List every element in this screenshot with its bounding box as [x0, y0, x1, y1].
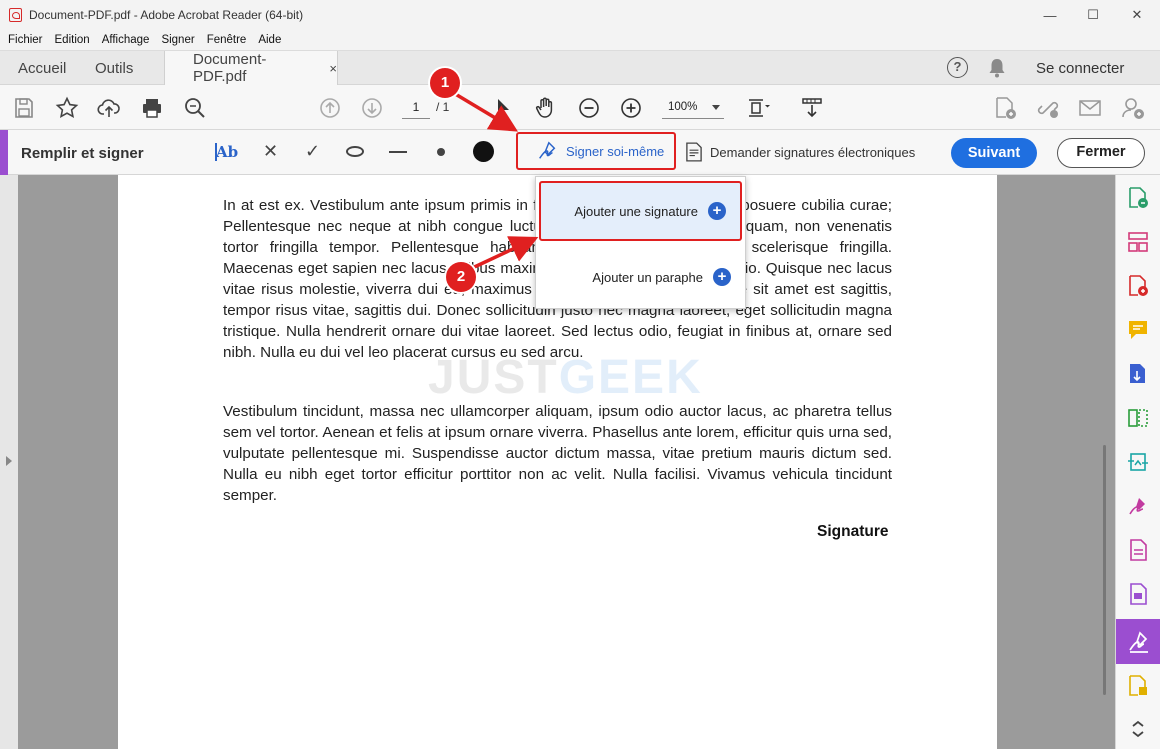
protect-icon[interactable]: [1127, 583, 1149, 605]
window-title: Document-PDF.pdf - Adobe Acrobat Reader …: [29, 8, 304, 22]
organize-pages-icon[interactable]: [1127, 231, 1149, 253]
help-icon[interactable]: ?: [947, 57, 968, 78]
page-down-icon[interactable]: [359, 95, 385, 121]
plus-circle-icon: +: [713, 268, 731, 286]
add-signature-label: Ajouter une signature: [574, 203, 698, 219]
close-window-button[interactable]: ✕: [1114, 0, 1160, 30]
main-toolbar: 1 / 1 100%: [0, 85, 1160, 130]
left-panel-toggle[interactable]: [0, 175, 18, 749]
check-mark-icon[interactable]: ✓: [305, 141, 320, 162]
acrobat-logo-icon: [9, 8, 22, 22]
fill-sign-toolbar: Remplir et signer Ab ✕ ✓ Signer soi-même…: [0, 130, 1160, 175]
zoom-out-icon[interactable]: [576, 95, 602, 121]
comment-icon[interactable]: [1127, 319, 1149, 341]
mail-icon[interactable]: [1077, 95, 1103, 121]
close-tool-button[interactable]: Fermer: [1057, 138, 1145, 168]
step-badge-2: 2: [446, 262, 476, 292]
fill-sign-tool-active[interactable]: [1116, 619, 1160, 664]
star-icon[interactable]: [54, 95, 80, 121]
account-icon[interactable]: [1120, 95, 1146, 121]
pen-sign-icon: [539, 141, 556, 159]
sign-dropdown-menu: Ajouter une signature + Ajouter un parap…: [535, 176, 746, 309]
select-arrow-icon[interactable]: [490, 95, 516, 121]
plus-circle-icon: +: [708, 202, 726, 220]
tab-tools[interactable]: Outils: [95, 51, 133, 85]
minimize-button[interactable]: —: [1027, 0, 1073, 30]
upload-icon[interactable]: [96, 95, 122, 121]
add-initials-label: Ajouter un paraphe: [592, 269, 703, 285]
create-pdf-icon[interactable]: [1127, 275, 1149, 297]
menu-window[interactable]: Fenêtre: [207, 34, 247, 46]
share-link-icon[interactable]: [1035, 95, 1061, 121]
add-initials-item[interactable]: Ajouter un paraphe +: [536, 247, 745, 307]
sign-yourself-label: Signer soi-même: [566, 143, 665, 159]
export-pdf-icon[interactable]: [992, 95, 1018, 121]
print-icon[interactable]: [139, 95, 165, 121]
hand-icon[interactable]: [532, 95, 558, 121]
tool-accent-bar: [0, 130, 8, 175]
edit-pdf-icon[interactable]: [1127, 407, 1149, 429]
title-bar: Document-PDF.pdf - Adobe Acrobat Reader …: [0, 0, 1160, 30]
ellipse-icon[interactable]: [346, 146, 364, 157]
request-signatures-button[interactable]: Demander signatures électroniques: [686, 142, 915, 162]
page-up-icon[interactable]: [317, 95, 343, 121]
expand-panel-icon: [6, 456, 12, 466]
save-icon[interactable]: [11, 95, 37, 121]
zoom-select[interactable]: 100%: [662, 97, 724, 119]
cross-mark-icon[interactable]: ✕: [263, 141, 278, 162]
menu-edit[interactable]: Edition: [55, 34, 90, 46]
form-icon[interactable]: [1127, 539, 1149, 561]
export-pdf-icon[interactable]: [1127, 187, 1149, 209]
signature-label: Signature: [817, 523, 889, 540]
line-icon[interactable]: [389, 151, 407, 153]
dot-icon[interactable]: [437, 148, 445, 156]
menu-view[interactable]: Affichage: [102, 34, 150, 46]
convert-icon[interactable]: [1127, 451, 1149, 473]
scroll-mode-icon[interactable]: [799, 95, 825, 121]
color-picker-icon[interactable]: [473, 141, 494, 162]
zoom-in-icon[interactable]: [618, 95, 644, 121]
tab-close-icon[interactable]: ×: [329, 61, 337, 76]
sign-in-link[interactable]: Se connecter: [1036, 60, 1124, 77]
notification-bell-icon[interactable]: [988, 58, 1006, 78]
add-text-button[interactable]: Ab: [214, 143, 238, 161]
step-badge-1: 1: [430, 68, 460, 98]
menu-sign[interactable]: Signer: [161, 34, 194, 46]
sign-icon[interactable]: [1127, 495, 1149, 517]
chevron-down-icon: [712, 105, 720, 110]
tab-document-label: Document-PDF.pdf: [193, 51, 267, 85]
expand-rail-icon[interactable]: [1127, 720, 1149, 738]
right-tools-rail: [1115, 175, 1160, 749]
request-signatures-label: Demander signatures électroniques: [710, 144, 916, 160]
tab-document[interactable]: Document-PDF.pdf ×: [164, 51, 338, 85]
request-document-icon: [686, 142, 702, 162]
page-total: / 1: [436, 100, 450, 114]
maximize-button[interactable]: ☐: [1070, 0, 1116, 30]
add-signature-item[interactable]: Ajouter une signature +: [539, 181, 742, 241]
more-tools-icon[interactable]: [1127, 675, 1149, 697]
search-icon[interactable]: [182, 95, 208, 121]
menu-bar: Fichier Edition Affichage Signer Fenêtre…: [0, 30, 1160, 50]
zoom-value: 100%: [668, 101, 698, 113]
page-number-input[interactable]: 1: [402, 97, 430, 119]
menu-file[interactable]: Fichier: [8, 34, 43, 46]
compress-icon[interactable]: [1127, 363, 1149, 385]
tab-home[interactable]: Accueil: [18, 51, 66, 85]
fit-page-icon[interactable]: [745, 95, 771, 121]
vertical-scrollbar[interactable]: [1103, 445, 1106, 695]
menu-help[interactable]: Aide: [258, 34, 281, 46]
next-button[interactable]: Suivant: [951, 138, 1037, 168]
sign-yourself-button[interactable]: Signer soi-même: [516, 132, 676, 170]
tab-bar: Accueil Outils Document-PDF.pdf × ? Se c…: [0, 50, 1160, 85]
paragraph-2: Vestibulum tincidunt, massa nec ullamcor…: [223, 403, 892, 504]
fill-sign-icon: [1129, 631, 1148, 653]
fill-sign-title: Remplir et signer: [21, 145, 144, 162]
